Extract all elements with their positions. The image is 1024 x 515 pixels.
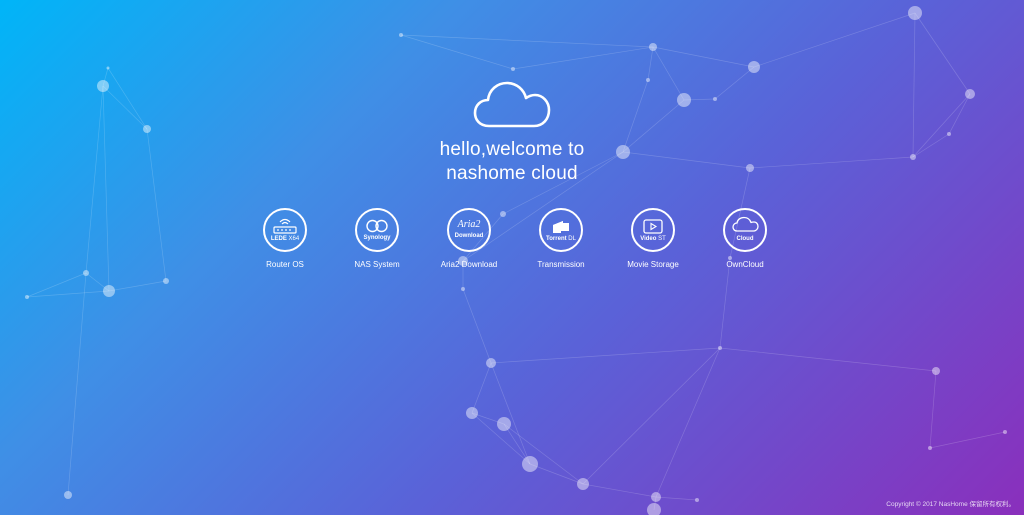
app-label-owncloud[interactable]: OwnCloud [695,260,795,269]
owncloud-icon-text: Cloud [736,236,754,242]
app-owncloud[interactable]: Cloud OwnCloud [715,208,775,269]
aria2-icon-text: Aria2 [457,219,481,230]
network-node [399,33,403,37]
network-node [651,492,661,502]
network-node [466,407,478,419]
network-node [718,346,722,350]
network-node [25,295,29,299]
network-node [163,278,169,284]
headline-line-2: nashome cloud [446,163,578,184]
network-link [67,272,87,496]
app-transmission[interactable]: Torrent DL Transmission [531,208,591,269]
network-link [108,280,167,292]
network-link [929,431,1006,449]
network-link [400,34,514,70]
network-node [695,498,699,502]
headline-line-1: hello,welcome to [439,139,585,160]
network-node [103,285,115,297]
app-router-os[interactable]: LEDE X64 Router OS [255,208,315,269]
aria2-icon[interactable]: Aria2 Download [447,208,491,252]
network-link [512,46,654,70]
synology-icon[interactable]: Synology [355,208,399,252]
network-link [490,347,721,364]
router-icon[interactable]: LEDE X64 [263,208,307,252]
app-label-nas-system[interactable]: NAS System [327,260,427,269]
app-label-router-os[interactable]: Router OS [235,260,335,269]
welcome-headline: hello,welcome to nashome cloud [0,138,1024,186]
video-icon[interactable]: Video ST [631,208,675,252]
network-link [582,483,657,498]
network-link [647,46,654,81]
network-node [461,287,465,291]
network-node [497,417,511,431]
network-node [908,6,922,20]
network-node [1003,430,1007,434]
hero: hello,welcome to nashome cloud [0,80,1024,186]
network-link [719,257,731,349]
app-label-transmission[interactable]: Transmission [511,260,611,269]
network-node [932,367,940,375]
network-link [719,347,937,372]
network-node [486,358,496,368]
network-node [748,61,760,73]
network-node [522,456,538,472]
network-link [655,347,721,498]
network-node [106,66,110,70]
network-link [471,362,492,414]
network-node [649,43,657,51]
network-node [83,270,89,276]
copyright-notice: Copyright © 2017 NasHome 保留所有权利。 [886,501,1015,508]
network-link [529,463,584,485]
torrent-icon-subtext: DL [568,236,576,242]
app-nas-system[interactable]: Synology NAS System [347,208,407,269]
app-label-aria2-download[interactable]: Aria2 Download [419,260,519,269]
router-icon-subtext: X64 [288,236,300,242]
network-link [582,347,721,485]
network-node [577,478,589,490]
network-link [490,362,531,465]
torrent-icon[interactable]: Torrent DL [539,208,583,252]
network-link [400,34,654,48]
network-node [64,491,72,499]
torrent-icon-text: Torrent [546,236,567,242]
network-link [929,370,937,449]
network-node [511,67,515,71]
network-link [462,288,492,364]
synology-icon-text: Synology [363,235,391,241]
network-node [928,446,932,450]
router-icon-text: LEDE [270,236,287,242]
network-link [503,423,584,485]
network-link [753,12,916,68]
network-link [655,496,698,501]
cloud-logo-icon [473,81,551,128]
aria2-icon-subtext: Download [454,233,484,239]
video-icon-text: Video [640,236,657,242]
app-label-movie-storage[interactable]: Movie Storage [603,260,703,269]
network-link [652,46,755,68]
video-icon-subtext: ST [658,236,666,242]
app-aria2-download[interactable]: Aria2 Download Aria2 Download [439,208,499,269]
app-launcher: LEDE X64 Router OS Synology NAS System A… [255,208,775,269]
owncloud-icon[interactable]: Cloud [723,208,767,252]
app-movie-storage[interactable]: Video ST Movie Storage [623,208,683,269]
network-node [647,503,661,515]
